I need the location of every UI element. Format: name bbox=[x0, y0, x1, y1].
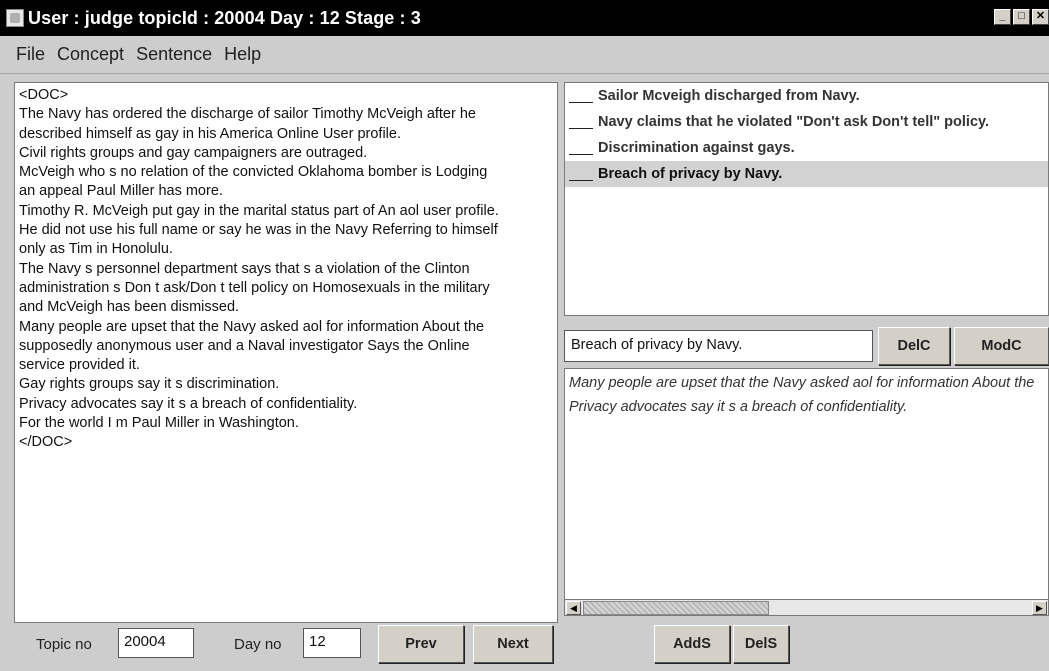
day-label: Day no bbox=[234, 636, 282, 653]
concept-item[interactable]: Breach of privacy by Navy. bbox=[565, 161, 1048, 187]
close-icon[interactable]: ✕ bbox=[1032, 9, 1049, 25]
document-line: Privacy advocates say it s a breach of c… bbox=[19, 395, 358, 412]
concept-list[interactable]: Sailor Mcveigh discharged from Navy. Navy… bbox=[564, 82, 1049, 316]
scroll-right-icon[interactable]: ▶ bbox=[1032, 601, 1047, 615]
concept-checkbox[interactable] bbox=[569, 115, 593, 129]
prev-button[interactable]: Prev bbox=[378, 625, 464, 663]
document-line: McVeigh who s no relation of the convict… bbox=[19, 164, 488, 181]
concept-checkbox[interactable] bbox=[569, 167, 593, 181]
menu-concept[interactable]: Concept bbox=[57, 44, 124, 65]
minimize-icon[interactable]: _ bbox=[994, 9, 1011, 25]
document-line: Timothy R. McVeigh put gay in the marita… bbox=[19, 202, 499, 219]
topic-label: Topic no bbox=[36, 636, 92, 653]
next-button[interactable]: Next bbox=[473, 625, 553, 663]
document-line: administration s Don t ask/Don t tell po… bbox=[19, 279, 490, 296]
document-line: and McVeigh has been dismissed. bbox=[19, 299, 240, 316]
menu-file[interactable]: File bbox=[16, 44, 45, 65]
add-sentence-button[interactable]: AddS bbox=[654, 625, 730, 663]
concept-item[interactable]: Navy claims that he violated "Don't ask … bbox=[565, 109, 1048, 135]
modify-concept-button[interactable]: ModC bbox=[954, 327, 1049, 365]
document-line: For the world I m Paul Miller in Washing… bbox=[19, 415, 299, 432]
document-line: The Navy has ordered the discharge of sa… bbox=[19, 106, 476, 123]
sentence-list[interactable]: Many people are upset that the Navy aske… bbox=[564, 368, 1049, 600]
menu-help[interactable]: Help bbox=[224, 44, 261, 65]
menu-sentence[interactable]: Sentence bbox=[136, 44, 212, 65]
topic-field[interactable]: 20004 bbox=[118, 628, 194, 658]
concept-label: Discrimination against gays. bbox=[598, 140, 795, 156]
scrollbar-thumb[interactable] bbox=[583, 601, 769, 615]
document-line: </DOC> bbox=[19, 434, 73, 451]
document-line: supposedly anonymous user and a Naval in… bbox=[19, 337, 470, 354]
document-line: Gay rights groups say it s discriminatio… bbox=[19, 376, 280, 393]
document-line: He did not use his full name or say he w… bbox=[19, 222, 498, 239]
document-line: Civil rights groups and gay campaigners … bbox=[19, 144, 368, 161]
delete-sentence-button[interactable]: DelS bbox=[733, 625, 789, 663]
title-bar: User : judge topicId : 20004 Day : 12 St… bbox=[0, 0, 1049, 36]
sentence-item[interactable]: Many people are upset that the Navy aske… bbox=[569, 371, 1044, 395]
document-line: described himself as gay in his America … bbox=[19, 125, 401, 142]
concept-label: Sailor Mcveigh discharged from Navy. bbox=[598, 88, 860, 104]
delete-concept-button[interactable]: DelC bbox=[878, 327, 950, 365]
document-line: Many people are upset that the Navy aske… bbox=[19, 318, 485, 335]
concept-label: Breach of privacy by Navy. bbox=[598, 166, 783, 182]
window-title: User : judge topicId : 20004 Day : 12 St… bbox=[28, 7, 421, 28]
document-line: only as Tim in Honolulu. bbox=[19, 241, 173, 258]
document-line: an appeal Paul Miller has more. bbox=[19, 183, 223, 200]
concept-checkbox[interactable] bbox=[569, 89, 593, 103]
window-controls: _ □ ✕ bbox=[994, 9, 1049, 25]
concept-edit-field[interactable]: Breach of privacy by Navy. bbox=[564, 330, 873, 362]
document-line: service provided it. bbox=[19, 357, 140, 374]
maximize-icon[interactable]: □ bbox=[1013, 9, 1030, 25]
app-icon[interactable] bbox=[6, 9, 24, 27]
menu-bar: File Concept Sentence Help bbox=[0, 36, 1049, 74]
concept-item[interactable]: Sailor Mcveigh discharged from Navy. bbox=[565, 83, 1048, 109]
sentence-item[interactable]: Privacy advocates say it s a breach of c… bbox=[569, 395, 1044, 419]
concept-checkbox[interactable] bbox=[569, 141, 593, 155]
document-line: <DOC> bbox=[19, 87, 69, 103]
document-text-area[interactable]: <DOC> The Navy has ordered the discharge … bbox=[14, 82, 558, 623]
day-field[interactable]: 12 bbox=[303, 628, 361, 658]
document-line: The Navy s personnel department says tha… bbox=[19, 260, 470, 277]
horizontal-scrollbar[interactable]: ◀ ▶ bbox=[564, 599, 1049, 616]
concept-item[interactable]: Discrimination against gays. bbox=[565, 135, 1048, 161]
scroll-left-icon[interactable]: ◀ bbox=[566, 601, 581, 615]
concept-label: Navy claims that he violated "Don't ask … bbox=[598, 114, 990, 130]
